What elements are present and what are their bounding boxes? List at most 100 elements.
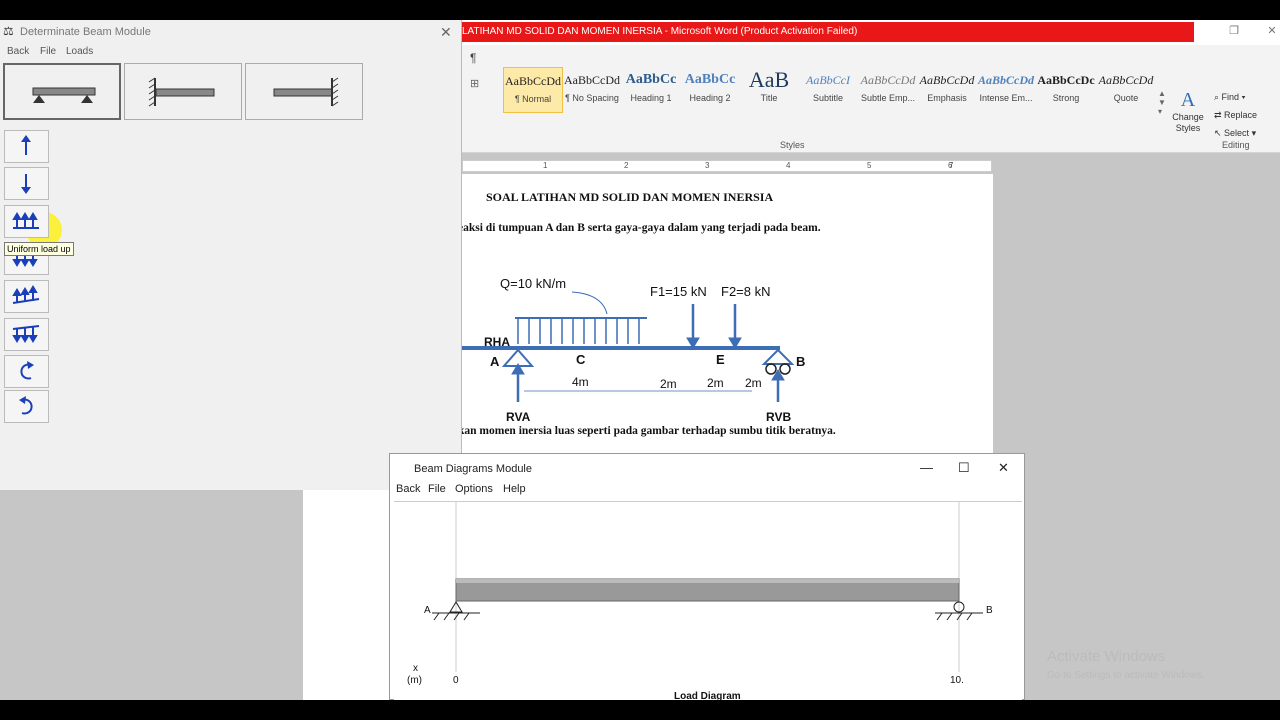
menu-file[interactable]: File (40, 46, 56, 57)
style-sample: AaBbCcDd (919, 73, 975, 87)
fig-dim-2m: 2m (745, 376, 762, 390)
style-sample: AaBbCc (684, 72, 736, 87)
minimize-icon[interactable]: — (920, 460, 933, 475)
style-name: Heading 1 (630, 93, 672, 103)
moment-counterclockwise-button[interactable] (4, 390, 49, 423)
ruler-number: 5 (867, 161, 872, 170)
style-subtle-emphasis[interactable]: AaBbCcDd Subtle Emp... (858, 67, 918, 113)
fig-label-rha: RHA (484, 335, 510, 349)
style-normal[interactable]: AaBbCcDd ¶ Normal (503, 67, 563, 113)
style-sample: AaBbCcDd (860, 73, 916, 87)
beam-module-menubar: Back File Loads (0, 44, 462, 60)
style-emphasis[interactable]: AaBbCcDd Emphasis (917, 67, 977, 113)
change-styles-label: Change Styles (1172, 112, 1204, 133)
ruler-number: 7 (949, 161, 954, 170)
change-styles-icon: A (1180, 89, 1196, 111)
moment-clockwise-button[interactable] (4, 355, 49, 388)
style-strong[interactable]: AaBbCcDc Strong (1036, 67, 1096, 113)
moment-ccw-icon (19, 396, 33, 415)
style-subtitle[interactable]: AaBbCcI Subtitle (798, 67, 858, 113)
varying-load-up-icon (12, 285, 40, 304)
menu-back[interactable]: Back (396, 483, 420, 495)
select-label: Select (1224, 128, 1250, 138)
x-axis-unit: (m) (407, 675, 422, 686)
diagram-menubar: Back File Options Help (390, 481, 1024, 499)
style-sample: AaBbCcDd (505, 74, 561, 88)
fig-label-e: E (716, 352, 725, 367)
ruler-number: 2 (624, 161, 629, 170)
restore-icon[interactable]: ❐ (1224, 24, 1244, 40)
x-tick-end: 10. (950, 675, 964, 686)
border-icon[interactable]: ⊞ (470, 77, 479, 90)
x-tick-start: 0 (453, 675, 459, 686)
activate-windows-watermark: Activate Windows (1047, 648, 1166, 665)
menu-file[interactable]: File (428, 483, 446, 495)
cantilever-left-icon (148, 77, 215, 107)
simply-supported-icon (32, 87, 96, 103)
varying-load-down-button[interactable] (4, 318, 49, 351)
style-quote[interactable]: AaBbCcDd Quote (1096, 67, 1156, 113)
letterbox-bar (0, 700, 1280, 720)
uniform-load-up-icon (12, 212, 39, 229)
pilcrow-icon[interactable]: ¶ (470, 51, 476, 65)
doc-heading: SOAL LATIHAN MD SOLID DAN MOMEN INERSIA (486, 190, 774, 204)
find-button[interactable]: ⌕ Find ▾ (1214, 92, 1245, 103)
menu-options[interactable]: Options (455, 483, 493, 495)
varying-load-up-button[interactable] (4, 280, 49, 313)
style-name: Subtitle (812, 93, 844, 103)
style-sample: AaBbCcDc (1037, 73, 1095, 87)
fig-label-f2: F2=8 kN (721, 284, 771, 299)
select-button[interactable]: ↖ Select ▾ (1214, 128, 1256, 139)
fig-label-c: C (576, 352, 586, 367)
style-no-spacing[interactable]: AaBbCcDd ¶ No Spacing (562, 67, 622, 113)
style-name: Strong (1052, 93, 1080, 103)
arrow-up-icon (21, 135, 31, 155)
uniform-load-up-button[interactable] (4, 205, 49, 238)
fig-label-b: B (796, 354, 805, 369)
close-icon[interactable]: ✕ (998, 460, 1009, 476)
style-heading-1[interactable]: AaBbCc Heading 1 (621, 67, 681, 113)
doc-line-1: eaksi di tumpuan A dan B serta gaya-gaya… (458, 222, 821, 234)
point-load-down-button[interactable] (4, 167, 49, 200)
support-label-b: B (986, 605, 993, 616)
style-heading-2[interactable]: AaBbCc Heading 2 (680, 67, 740, 113)
style-title[interactable]: AaB Title (739, 67, 799, 113)
editing-group-caption: Editing (1222, 140, 1250, 150)
close-icon[interactable]: ✕ (1262, 24, 1280, 40)
replace-button[interactable]: ⇄ Replace (1214, 110, 1257, 121)
varying-load-down-icon (12, 325, 40, 343)
menu-back[interactable]: Back (7, 46, 29, 57)
style-intense-emphasis[interactable]: AaBbCcDd Intense Em... (976, 67, 1036, 113)
fig-dim-2m: 2m (660, 377, 677, 391)
tooltip: Uniform load up (4, 242, 74, 256)
fig-dim-2m: 2m (707, 376, 724, 390)
menu-help[interactable]: Help (503, 483, 526, 495)
styles-group-caption: Styles (780, 140, 805, 150)
horizontal-ruler[interactable]: 1 2 3 4 5 6 7 (462, 160, 992, 172)
activate-windows-subtext: Go to Settings to activate Windows. (1047, 670, 1205, 681)
simply-supported-button[interactable] (3, 63, 121, 120)
menu-loads[interactable]: Loads (66, 46, 93, 57)
maximize-icon[interactable]: ☐ (958, 460, 970, 476)
point-load-up-button[interactable] (4, 130, 49, 163)
style-name: ¶ Normal (514, 94, 552, 104)
load-diagram: A B x (m) 0 10. Load Diagram (407, 502, 993, 702)
style-name: Subtle Emp... (860, 93, 916, 103)
beam-module-title: Determinate Beam Module (20, 26, 151, 38)
cantilever-left-button[interactable] (124, 63, 242, 120)
beam-figure: Q=10 kN/m F1=15 kN F2=8 kN RHA A C E B 4… (462, 276, 805, 424)
gallery-scroll-icon[interactable]: ▲ ▼ ▾ (1158, 89, 1166, 116)
styles-gallery: AaBbCcDd ¶ Normal AaBbCcDd ¶ No Spacing … (502, 45, 1162, 137)
ruler-number: 3 (705, 161, 710, 170)
replace-label: Replace (1224, 110, 1258, 120)
change-styles-button[interactable]: A Change Styles (1170, 89, 1206, 134)
fig-dim-4m: 4m (572, 375, 589, 389)
cantilever-right-button[interactable] (245, 63, 363, 120)
style-sample: AaB (748, 67, 790, 92)
find-label: Find (1221, 92, 1240, 102)
style-sample: AaBbCcI (806, 73, 850, 87)
close-icon[interactable]: ✕ (440, 24, 452, 41)
ruler-number: 1 (543, 161, 548, 170)
arrow-down-icon (21, 174, 31, 194)
style-sample: AaBbCcDd (977, 73, 1034, 87)
